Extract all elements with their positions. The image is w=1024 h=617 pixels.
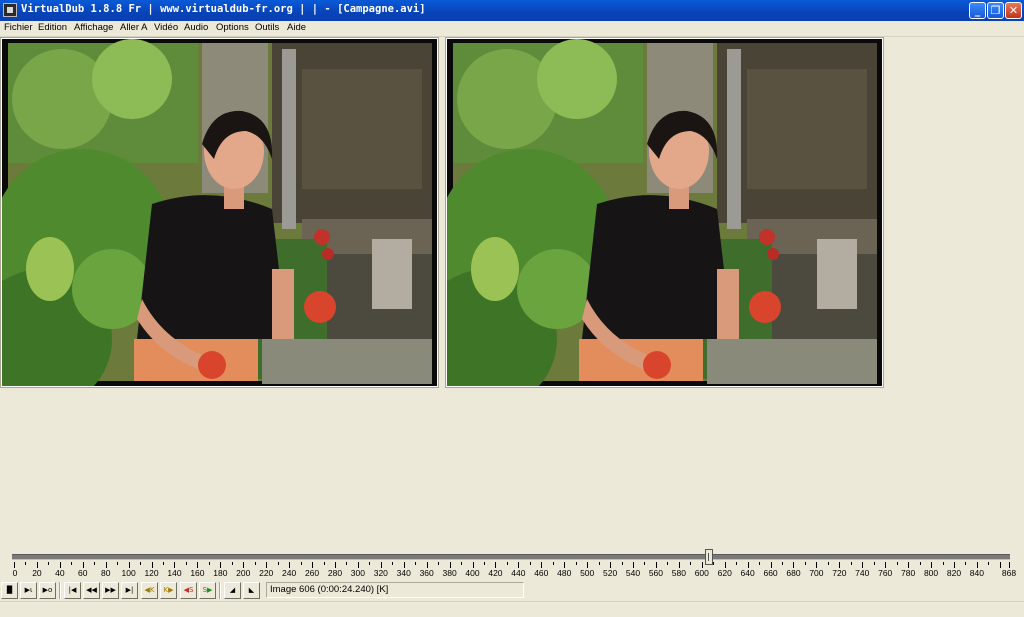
timeline-tick-label: 540 — [625, 568, 641, 578]
prev-key-icon: ◀K — [144, 586, 155, 594]
next-frame-button[interactable]: ▶▶ — [102, 582, 119, 599]
status-strip — [0, 601, 1024, 617]
timeline-tick-label: 240 — [282, 568, 297, 578]
timeline-tick-label: 60 — [78, 568, 88, 578]
timeline-tick-label: 400 — [465, 568, 480, 578]
timeline-tick-label: 640 — [740, 568, 755, 578]
timeline-tick-label: 600 — [694, 568, 709, 578]
play-output-icon: ▶ο — [42, 586, 53, 594]
output-video-pane[interactable] — [445, 37, 884, 388]
next-scene-button[interactable]: S▶ — [199, 582, 216, 599]
timeline-tick-label: 140 — [167, 568, 182, 578]
video-frame-image — [447, 39, 882, 386]
menu-fichier[interactable]: Fichier — [4, 22, 33, 33]
timeline-tick-label: 560 — [648, 568, 664, 578]
stop-icon: ▐▌ — [4, 586, 15, 594]
frame-status-readout: Image 606 (0:00:24.240) [K] — [266, 582, 524, 598]
prev-key-button[interactable]: ◀K — [141, 582, 158, 599]
timeline-tick-label: 840 — [969, 568, 984, 578]
close-button[interactable]: ✕ — [1005, 2, 1022, 19]
go-end-icon: ▶| — [125, 586, 134, 594]
timeline-tick-label: 320 — [373, 568, 388, 578]
next-key-icon: K▶ — [163, 586, 174, 594]
timeline-tick-label: 120 — [144, 568, 159, 578]
go-start-button[interactable]: |◀ — [64, 582, 81, 599]
menu-audio[interactable]: Audio — [184, 22, 208, 33]
timeline-tick-label: 20 — [32, 568, 42, 578]
go-start-icon: |◀ — [68, 586, 77, 594]
menu-affichage[interactable]: Affichage — [74, 22, 113, 33]
mark-out-icon: ◣ — [248, 586, 255, 594]
timeline-tick-label: 420 — [488, 568, 503, 578]
app-icon[interactable] — [3, 3, 17, 17]
timeline-tick-label: 780 — [901, 568, 916, 578]
timeline-tick-label: 0 — [12, 568, 18, 578]
timeline-tick-label: 520 — [602, 568, 618, 578]
play-input-button[interactable]: ▶ι — [20, 582, 37, 599]
menu-aller-a[interactable]: Aller A — [120, 22, 147, 33]
timeline-tick-label: 620 — [717, 568, 732, 578]
prev-scene-button[interactable]: ◀S — [180, 582, 197, 599]
toolbar-separator — [219, 582, 221, 599]
menu-video[interactable]: Vidéo — [154, 22, 178, 33]
timeline-tick-label: 280 — [327, 568, 343, 578]
timeline-tick-label: 820 — [946, 568, 962, 578]
timeline-tick-label: 740 — [855, 568, 870, 578]
timeline-tick-label: 300 — [350, 568, 365, 578]
timeline-tick-label: 40 — [55, 568, 65, 578]
timeline-tick-label: 180 — [213, 568, 228, 578]
timeline-tick-label: 580 — [671, 568, 686, 578]
timeline-tick-label: 720 — [832, 568, 847, 578]
menu-aide[interactable]: Aide — [287, 22, 306, 33]
mark-out-button[interactable]: ◣ — [243, 582, 260, 599]
maximize-button[interactable]: ❐ — [987, 2, 1004, 19]
timeline-tick-label: 380 — [442, 568, 457, 578]
mark-in-icon: ◢ — [229, 586, 236, 594]
timeline-tick-label: 360 — [419, 568, 434, 578]
timeline-tick-label: 260 — [304, 568, 320, 578]
minimize-button[interactable]: _ — [969, 2, 986, 19]
timeline-tick-label: 160 — [190, 568, 205, 578]
mark-in-button[interactable]: ◢ — [224, 582, 241, 599]
video-frame-image — [2, 39, 437, 386]
timeline-tick-label: 480 — [557, 568, 572, 578]
timeline-tick-label: 440 — [511, 568, 526, 578]
timeline-tick-label: 760 — [878, 568, 893, 578]
timeline-tick-label: 868 — [1001, 568, 1017, 578]
timeline-tick-label: 700 — [809, 568, 824, 578]
next-frame-icon: ▶▶ — [105, 586, 116, 594]
timeline-tick-label: 200 — [236, 568, 251, 578]
menu-bar: Fichier Edition Affichage Aller A Vidéo … — [0, 21, 1024, 37]
menu-edition[interactable]: Edition — [38, 22, 67, 33]
title-bar: VirtualDub 1.8.8 Fr | www.virtualdub-fr.… — [0, 0, 1024, 21]
go-end-button[interactable]: ▶| — [121, 582, 138, 599]
timeline-track[interactable] — [12, 554, 1010, 560]
prev-frame-icon: ◀◀ — [86, 586, 97, 594]
stop-button[interactable]: ▐▌ — [1, 582, 18, 599]
next-key-button[interactable]: K▶ — [160, 582, 177, 599]
input-video-pane[interactable] — [0, 37, 439, 388]
timeline-tick-label: 680 — [786, 568, 801, 578]
timeline-tick-label: 460 — [534, 568, 549, 578]
timeline-tick-label: 800 — [923, 568, 939, 578]
window-title: VirtualDub 1.8.8 Fr | www.virtualdub-fr.… — [21, 3, 426, 15]
prev-scene-icon: ◀S — [183, 586, 194, 594]
timeline-tick-label: 100 — [121, 568, 136, 578]
menu-outils[interactable]: Outils — [255, 22, 279, 33]
timeline-tick-label: 80 — [100, 568, 111, 578]
menu-options[interactable]: Options — [216, 22, 249, 33]
timeline-tick-label: 660 — [763, 568, 778, 578]
next-scene-icon: S▶ — [202, 586, 213, 594]
play-output-button[interactable]: ▶ο — [39, 582, 56, 599]
play-input-icon: ▶ι — [24, 586, 33, 594]
prev-frame-button[interactable]: ◀◀ — [83, 582, 100, 599]
toolbar-separator — [59, 582, 61, 599]
timeline-tick-label: 340 — [396, 568, 411, 578]
timeline-tick-label: 500 — [580, 568, 595, 578]
timeline-tick-label: 220 — [259, 568, 274, 578]
